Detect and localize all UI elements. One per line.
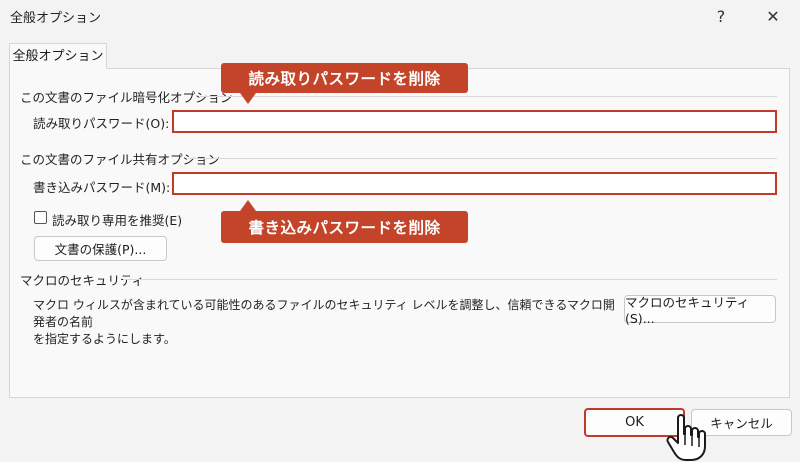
divider (123, 279, 777, 280)
macro-description-line1: マクロ ウィルスが含まれている可能性のあるファイルのセキュリティ レベルを調整し… (33, 298, 615, 329)
divider (200, 96, 777, 97)
write-password-input[interactable] (174, 174, 775, 193)
tab-general-options[interactable]: 全般オプション (9, 43, 107, 69)
write-password-callout: 書き込みパスワードを削除 (221, 211, 468, 243)
macro-description: マクロ ウィルスが含まれている可能性のあるファイルのセキュリティ レベルを調整し… (33, 297, 618, 348)
hand-pointer-icon (666, 414, 706, 461)
readonly-recommended-label[interactable]: 読み取り専用を推奨(E) (52, 210, 182, 229)
readonly-recommended-checkbox[interactable] (34, 211, 47, 224)
read-password-field[interactable] (172, 110, 777, 133)
macro-description-line2: を指定するようにします。 (33, 332, 176, 346)
protect-document-button[interactable]: 文書の保護(P)... (34, 236, 167, 261)
help-button[interactable]: ? (698, 0, 744, 32)
macro-security-button[interactable]: マクロのセキュリティ(S)... (624, 295, 776, 326)
write-password-field[interactable] (172, 172, 777, 195)
read-password-input[interactable] (174, 112, 775, 131)
write-password-label: 書き込みパスワード(M): (33, 180, 171, 195)
callout-arrow-icon (240, 93, 256, 104)
close-icon: ✕ (766, 6, 780, 26)
read-password-callout: 読み取りパスワードを削除 (221, 63, 468, 93)
close-button[interactable]: ✕ (750, 0, 796, 32)
callout-arrow-icon (240, 200, 256, 211)
divider (188, 158, 777, 159)
read-password-label: 読み取りパスワード(O): (33, 116, 170, 131)
window-title: 全般オプション (10, 11, 102, 26)
